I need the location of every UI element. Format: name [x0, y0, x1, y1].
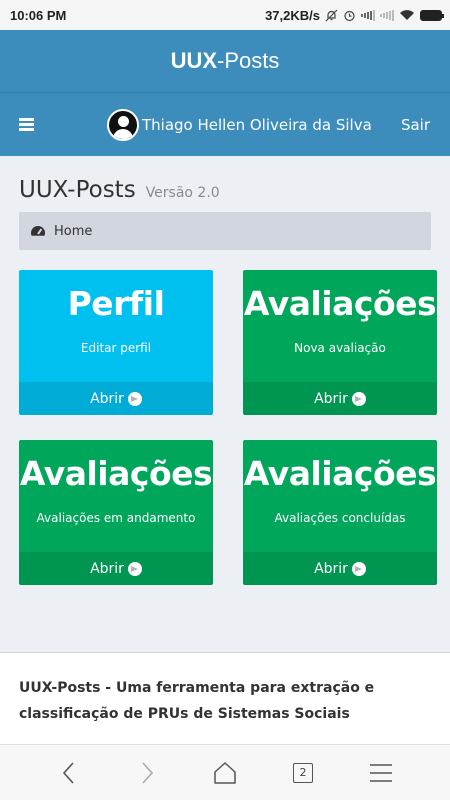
brand-rest: -Posts [217, 48, 280, 73]
wifi-icon [399, 9, 415, 21]
forward-button[interactable] [127, 753, 167, 793]
box-subtitle: Editar perfil [80, 341, 152, 355]
box-open-link[interactable]: Abrir [19, 382, 213, 415]
box-perfil: Perfil Editar perfil Abrir [19, 270, 213, 415]
arrow-circle-right-icon [127, 391, 142, 406]
box-title: Perfil [67, 284, 165, 323]
box-avaliacoes-concluidas: Avaliações Avaliações concluídas Abrir [243, 440, 437, 585]
signal-1-icon [361, 9, 375, 21]
version-label: Versão 2.0 [145, 185, 220, 201]
box-open-link[interactable]: Abrir [243, 382, 437, 415]
box-subtitle: Avaliações concluídas [274, 511, 406, 525]
browser-toolbar: 2 [0, 744, 450, 800]
battery-icon [420, 9, 444, 21]
menu-toggle-icon[interactable] [19, 118, 34, 131]
breadcrumb: Home [19, 212, 431, 250]
page-title: UUX-Posts Versão 2.0 [19, 177, 220, 203]
browser-menu-button[interactable] [361, 753, 401, 793]
alarm-icon [343, 9, 356, 22]
box-open-link[interactable]: Abrir [243, 552, 437, 585]
box-subtitle: Nova avaliação [294, 341, 386, 355]
user-menu[interactable]: Thiago Hellen Oliveira da Silva [107, 109, 372, 141]
breadcrumb-home[interactable]: Home [54, 224, 92, 239]
box-subtitle: Avaliações em andamento [36, 511, 196, 525]
box-title: Avaliações [243, 284, 437, 323]
home-button[interactable] [205, 753, 245, 793]
mute-bell-icon [325, 9, 338, 22]
box-link-label: Abrir [314, 390, 348, 407]
box-link-label: Abrir [90, 560, 124, 577]
arrow-circle-right-icon [127, 561, 142, 576]
chevron-left-icon [62, 761, 74, 784]
status-bar: 10:06 PM 37,2KB/s [0, 0, 450, 30]
signal-2-icon [380, 9, 394, 21]
status-time: 10:06 PM [10, 7, 67, 23]
network-speed: 37,2KB/s [265, 7, 320, 23]
box-nova-avaliacao: Avaliações Nova avaliação Abrir [243, 270, 437, 415]
avatar [107, 109, 139, 141]
home-icon [214, 761, 236, 784]
arrow-circle-right-icon [351, 391, 366, 406]
dashboard-icon [31, 226, 45, 236]
brand-bold: UUX [170, 48, 218, 73]
page-title-text: UUX-Posts [19, 177, 136, 203]
footer-text: UUX-Posts - Uma ferramenta para extração… [19, 680, 375, 722]
box-title: Avaliações [243, 454, 437, 493]
arrow-circle-right-icon [351, 561, 366, 576]
tab-count: 2 [293, 762, 313, 783]
box-avaliacoes-andamento: Avaliações Avaliações em andamento Abrir [19, 440, 213, 585]
top-navbar: Thiago Hellen Oliveira da Silva Sair [0, 92, 450, 156]
user-name: Thiago Hellen Oliveira da Silva [142, 116, 372, 134]
box-title: Avaliações [19, 454, 213, 493]
box-open-link[interactable]: Abrir [19, 552, 213, 585]
app-logo[interactable]: UUX -Posts [0, 30, 450, 92]
chevron-right-icon [142, 761, 154, 784]
menu-icon [370, 763, 392, 782]
box-link-label: Abrir [90, 390, 124, 407]
tabs-button[interactable]: 2 [283, 753, 323, 793]
status-icons: 37,2KB/s [265, 7, 444, 23]
signout-button[interactable]: Sair [401, 116, 430, 134]
page-footer: UUX-Posts - Uma ferramenta para extração… [0, 652, 450, 744]
box-link-label: Abrir [314, 560, 348, 577]
back-button[interactable] [49, 753, 89, 793]
